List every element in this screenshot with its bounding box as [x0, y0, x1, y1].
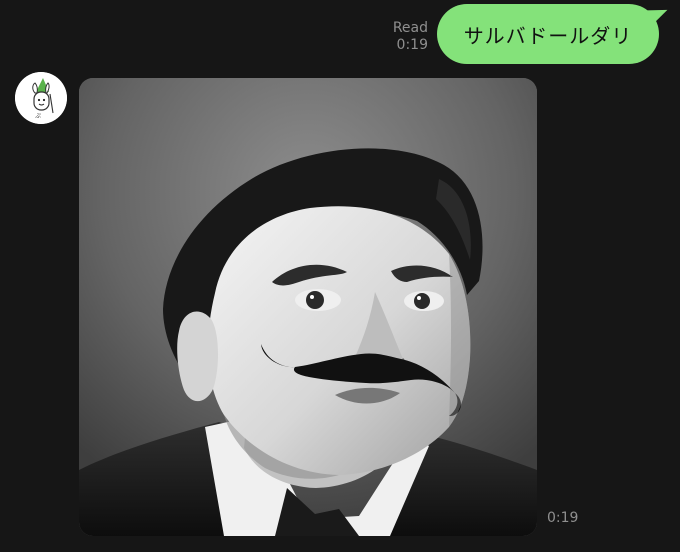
- rabbit-wizard-icon: ぷ: [15, 72, 67, 124]
- read-status: Read: [392, 20, 428, 36]
- message-time: 0:19: [396, 37, 428, 53]
- outgoing-message[interactable]: サルバドールダリ: [437, 4, 671, 66]
- avatar[interactable]: ぷ: [15, 72, 67, 124]
- svg-text:ぷ: ぷ: [35, 113, 41, 120]
- portrait-image: [79, 78, 537, 536]
- chat-screen: Read 0:19 サルバドールダリ ぷ 0:19: [0, 0, 680, 552]
- shared-image[interactable]: [79, 78, 537, 536]
- incoming-time: 0:19: [547, 510, 579, 526]
- message-text: サルバドールダリ: [463, 23, 633, 48]
- message-bubble[interactable]: サルバドールダリ: [437, 4, 659, 64]
- message-meta: Read 0:19: [368, 20, 428, 54]
